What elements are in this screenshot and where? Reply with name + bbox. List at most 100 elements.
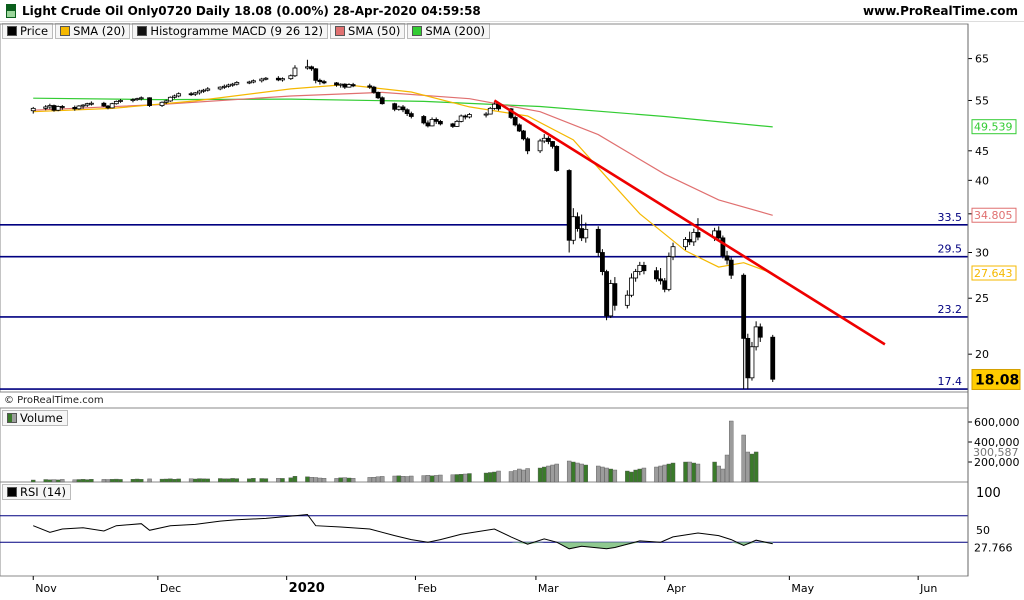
rsi-axis-label: 50 <box>976 524 990 537</box>
volume-bar <box>72 479 77 483</box>
candle-body <box>163 100 169 103</box>
x-axis-label: Feb <box>417 582 436 595</box>
rsi-swatch-icon <box>7 487 17 497</box>
price-candle <box>454 119 460 127</box>
volume-bar <box>230 478 235 483</box>
candle-body <box>687 239 693 243</box>
volume-bar <box>517 468 522 483</box>
volume-bar <box>458 474 464 483</box>
volume-bar <box>463 473 468 483</box>
volume-bar <box>234 478 240 483</box>
support-line-label: 29.5 <box>938 243 963 256</box>
volume-bar <box>259 478 264 483</box>
price-candle <box>205 87 211 92</box>
support-line-label: 17.4 <box>938 375 963 388</box>
candle-body <box>408 113 414 117</box>
volume-bar <box>525 468 530 483</box>
volume-bar <box>512 470 518 483</box>
candle-body <box>641 264 647 272</box>
volume-last-label: 300,587 <box>973 446 1019 459</box>
candle-body <box>724 255 730 261</box>
volume-bar <box>741 434 746 483</box>
candle-body <box>109 103 115 109</box>
volume-bar <box>147 478 152 483</box>
candle-body <box>770 336 776 380</box>
volume-bar <box>521 469 526 483</box>
candle-body <box>51 105 57 111</box>
x-axis-label: Nov <box>35 582 57 595</box>
candle-body <box>159 101 165 106</box>
candle-body <box>55 106 61 111</box>
candle-body <box>47 105 53 108</box>
candle-body <box>487 107 493 115</box>
volume-bar <box>292 476 298 483</box>
price-candle <box>334 82 339 87</box>
price-candle <box>637 261 643 276</box>
volume-bar <box>338 477 343 483</box>
volume-bar <box>745 451 751 483</box>
volume-bar <box>55 479 61 483</box>
price-candle <box>633 268 639 282</box>
price-candle <box>429 117 435 127</box>
candle-body <box>305 66 310 69</box>
price-candle <box>392 102 398 112</box>
price-axis-label: 40 <box>975 174 989 187</box>
volume-bar <box>168 478 173 483</box>
price-candle <box>197 89 202 95</box>
price-candle <box>516 123 522 133</box>
price-candle <box>84 102 90 107</box>
volume-bar <box>716 465 721 483</box>
candle-body <box>217 86 223 90</box>
price-candle <box>30 106 36 114</box>
candle-body <box>192 92 198 95</box>
price-candle <box>230 82 236 87</box>
volume-bar <box>247 478 252 483</box>
candle-body <box>433 119 439 122</box>
candle-body <box>541 137 547 142</box>
candle-body <box>118 100 123 102</box>
candle-body <box>550 141 555 147</box>
volume-bar <box>404 476 410 483</box>
volume-bar <box>134 478 140 483</box>
candle-body <box>624 294 630 306</box>
candle-body <box>188 93 194 96</box>
price-candle <box>483 112 489 118</box>
candle-body <box>728 259 734 276</box>
price-chart-svg[interactable]: 202530354045556533.529.523.217.449.53934… <box>0 0 1024 600</box>
price-candle <box>728 257 734 279</box>
candle-body <box>147 97 152 106</box>
volume-bar <box>118 479 123 483</box>
sma20-line <box>33 83 773 274</box>
candle-body <box>404 109 410 114</box>
volume-bar <box>571 461 576 483</box>
candle-body <box>658 278 663 282</box>
candle-body <box>138 97 144 100</box>
candle-body <box>338 83 344 86</box>
x-axis-label: May <box>791 582 814 595</box>
price-candle <box>192 91 198 96</box>
rsi-panel-label[interactable]: RSI (14) <box>2 484 71 500</box>
candle-body <box>105 105 111 109</box>
price-candle <box>101 101 107 107</box>
price-candle <box>741 273 747 390</box>
volume-bar <box>188 478 194 483</box>
volume-bar <box>492 471 497 483</box>
candle-body <box>462 115 468 118</box>
volume-bar <box>409 475 414 483</box>
price-candle <box>280 77 285 82</box>
volume-panel-label[interactable]: Volume <box>2 410 68 426</box>
price-candle <box>275 76 281 82</box>
price-candle <box>134 97 140 101</box>
candle-body <box>458 115 464 122</box>
volume-bar <box>176 478 181 483</box>
candle-body <box>30 107 36 112</box>
candle-body <box>570 216 576 241</box>
volume-bar <box>695 463 701 483</box>
volume-bar <box>450 474 456 483</box>
price-candle <box>263 76 269 81</box>
candle-body <box>197 90 202 94</box>
volume-bar <box>47 479 53 483</box>
volume-bar <box>434 475 439 483</box>
candle-body <box>695 232 701 238</box>
price-candle <box>396 105 402 111</box>
